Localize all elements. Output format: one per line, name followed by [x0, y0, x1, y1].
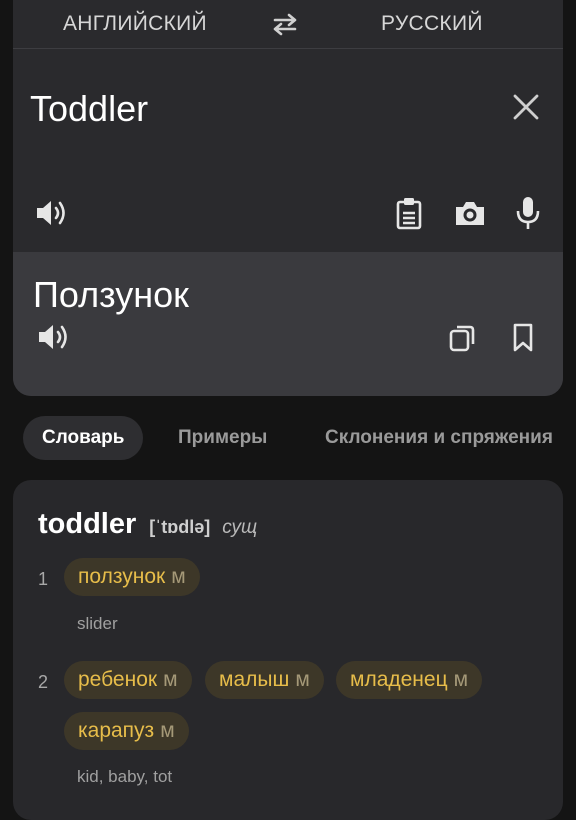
tab-examples[interactable]: Примеры [178, 416, 267, 460]
microphone-button[interactable] [513, 194, 543, 232]
translation-speak-button[interactable] [37, 322, 71, 352]
chip-word: ребенок [78, 668, 158, 691]
transcription: [ˈtɒdlə] [149, 517, 211, 537]
translation-chip[interactable]: ребенок м [64, 661, 192, 699]
chip-word: ползунок [78, 565, 166, 588]
source-language-button[interactable]: АНГЛИЙСКИЙ [63, 0, 207, 48]
speaker-icon [37, 201, 65, 225]
swap-arrows-icon [273, 13, 297, 36]
language-bar: АНГЛИЙСКИЙ РУССКИЙ [13, 0, 563, 49]
headword: toddler [38, 508, 137, 540]
bookmark-icon [513, 323, 533, 352]
chip-word: карапуз [78, 719, 155, 742]
copy-icon [449, 325, 475, 352]
swap-languages-button[interactable] [269, 8, 301, 40]
tabs-bar: Словарь Примеры Склонения и спряжения [0, 416, 576, 462]
sense-number: 2 [38, 672, 49, 692]
chip-word: младенец [350, 668, 448, 691]
headword-row: toddler [ˈtɒdlə] сущ [38, 508, 257, 541]
paste-button[interactable] [393, 195, 425, 231]
chip-gender: м [453, 668, 469, 691]
translation-chip[interactable]: карапуз м [64, 712, 189, 750]
target-language-button[interactable]: РУССКИЙ [381, 0, 483, 48]
close-icon [513, 94, 539, 120]
chip-gender: м [160, 719, 175, 742]
translation-chip[interactable]: ползунок м [64, 558, 200, 596]
translation-chip[interactable]: малыш м [205, 661, 324, 699]
camera-button[interactable] [452, 198, 488, 228]
source-speak-button[interactable] [35, 198, 69, 228]
sense-number: 1 [38, 569, 49, 589]
part-of-speech: сущ [222, 517, 258, 538]
sense-gloss: slider [77, 614, 118, 633]
clipboard-icon [396, 198, 422, 230]
translation-result: Ползунок [13, 252, 563, 396]
chip-word: малыш [219, 668, 290, 691]
translation-text: Ползунок [33, 274, 189, 315]
camera-icon [456, 202, 484, 225]
tab-declensions[interactable]: Склонения и спряжения [325, 416, 553, 460]
dictionary-card: toddler [ˈtɒdlə] сущ 1 ползунок м slider … [13, 480, 563, 820]
chip-gender: м [171, 565, 186, 588]
microphone-icon [516, 197, 540, 229]
translator-card: АНГЛИЙСКИЙ РУССКИЙ Toddler Ползунок [13, 0, 563, 396]
speaker-icon [39, 325, 67, 349]
translation-chip[interactable]: младенец м [336, 661, 483, 699]
clear-input-button[interactable] [509, 90, 543, 124]
chip-gender: м [295, 668, 310, 691]
source-text-input[interactable]: Toddler [30, 88, 148, 130]
copy-button[interactable] [447, 322, 477, 354]
tab-dictionary[interactable]: Словарь [23, 416, 144, 460]
bookmark-button[interactable] [510, 322, 536, 354]
chip-gender: м [163, 668, 178, 691]
sense-gloss: kid, baby, tot [77, 767, 173, 786]
